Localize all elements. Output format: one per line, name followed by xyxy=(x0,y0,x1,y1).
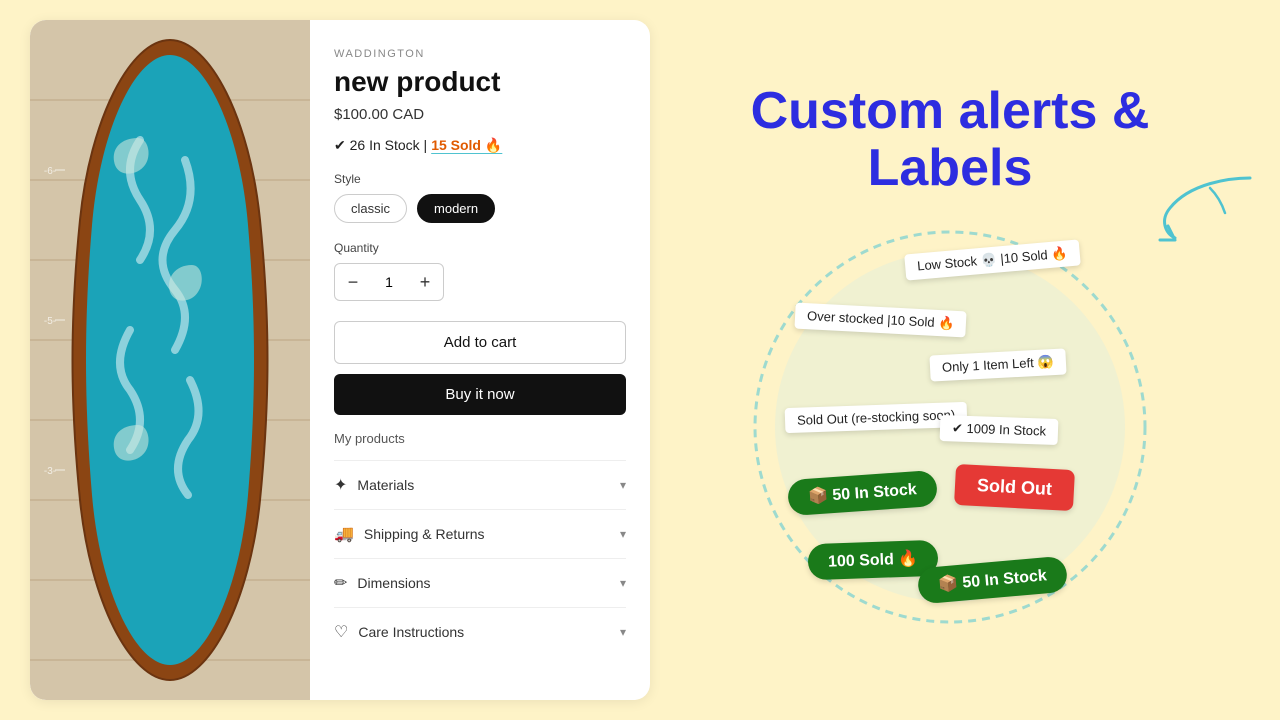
quantity-decrease[interactable]: − xyxy=(335,264,371,300)
labels-circle: Low Stock 💀 |10 Sold 🔥 Over stocked |10 … xyxy=(740,217,1160,637)
my-products-label: My products xyxy=(334,431,626,446)
accordion-dimensions[interactable]: ✏ Dimensions ▾ xyxy=(334,558,626,607)
dimensions-label: Dimensions xyxy=(357,575,430,591)
buy-now-button[interactable]: Buy it now xyxy=(334,374,626,415)
shipping-icon: 🚚 xyxy=(334,524,354,544)
dimensions-icon: ✏ xyxy=(334,573,347,593)
quantity-increase[interactable]: + xyxy=(407,264,443,300)
chevron-shipping: ▾ xyxy=(620,527,626,541)
svg-text:-6-: -6- xyxy=(44,166,56,177)
product-image: -6- -5- -3- xyxy=(30,20,310,700)
product-price: $100.00 CAD xyxy=(334,106,626,123)
label-in-stock-1009: ✔ 1009 In Stock xyxy=(940,415,1059,445)
brand-label: WADDINGTON xyxy=(334,48,626,60)
style-label: Style xyxy=(334,172,626,186)
style-options: classic modern xyxy=(334,194,626,223)
accordion-care[interactable]: ♡ Care Instructions ▾ xyxy=(334,607,626,656)
materials-label: Materials xyxy=(357,477,414,493)
product-title: new product xyxy=(334,66,626,98)
svg-text:-5-: -5- xyxy=(44,316,56,327)
stock-info: ✔ 26 In Stock | 15 Sold 🔥 xyxy=(334,137,626,154)
right-panel: Custom alerts & Labels Low Stock 💀 |10 S… xyxy=(650,20,1250,700)
headline-line1: Custom alerts & xyxy=(751,82,1150,140)
style-classic[interactable]: classic xyxy=(334,194,407,223)
headline-line2: Labels xyxy=(868,139,1033,197)
materials-icon: ✦ xyxy=(334,475,347,495)
shipping-label: Shipping & Returns xyxy=(364,526,485,542)
label-sold-out-red: Sold Out xyxy=(954,464,1075,511)
care-icon: ♡ xyxy=(334,622,348,642)
arrow-decoration xyxy=(1150,168,1270,248)
svg-text:-3-: -3- xyxy=(44,466,56,477)
headline: Custom alerts & Labels xyxy=(751,83,1150,197)
quantity-control: − 1 + xyxy=(334,263,444,301)
accordion-shipping[interactable]: 🚚 Shipping & Returns ▾ xyxy=(334,509,626,558)
quantity-value: 1 xyxy=(371,274,407,290)
stock-count: ✔ 26 In Stock | xyxy=(334,137,427,154)
chevron-care: ▾ xyxy=(620,625,626,639)
add-to-cart-button[interactable]: Add to cart xyxy=(334,321,626,364)
product-details: WADDINGTON new product $100.00 CAD ✔ 26 … xyxy=(310,20,650,700)
style-modern[interactable]: modern xyxy=(417,194,495,223)
care-label: Care Instructions xyxy=(358,624,464,640)
chevron-materials: ▾ xyxy=(620,478,626,492)
product-card: -6- -5- -3- WADDINGTON new product $100.… xyxy=(30,20,650,700)
sold-count: 15 Sold 🔥 xyxy=(431,137,502,154)
label-100-sold: 100 Sold 🔥 xyxy=(807,540,938,581)
quantity-label: Quantity xyxy=(334,241,626,255)
chevron-dimensions: ▾ xyxy=(620,576,626,590)
accordion-materials[interactable]: ✦ Materials ▾ xyxy=(334,460,626,509)
